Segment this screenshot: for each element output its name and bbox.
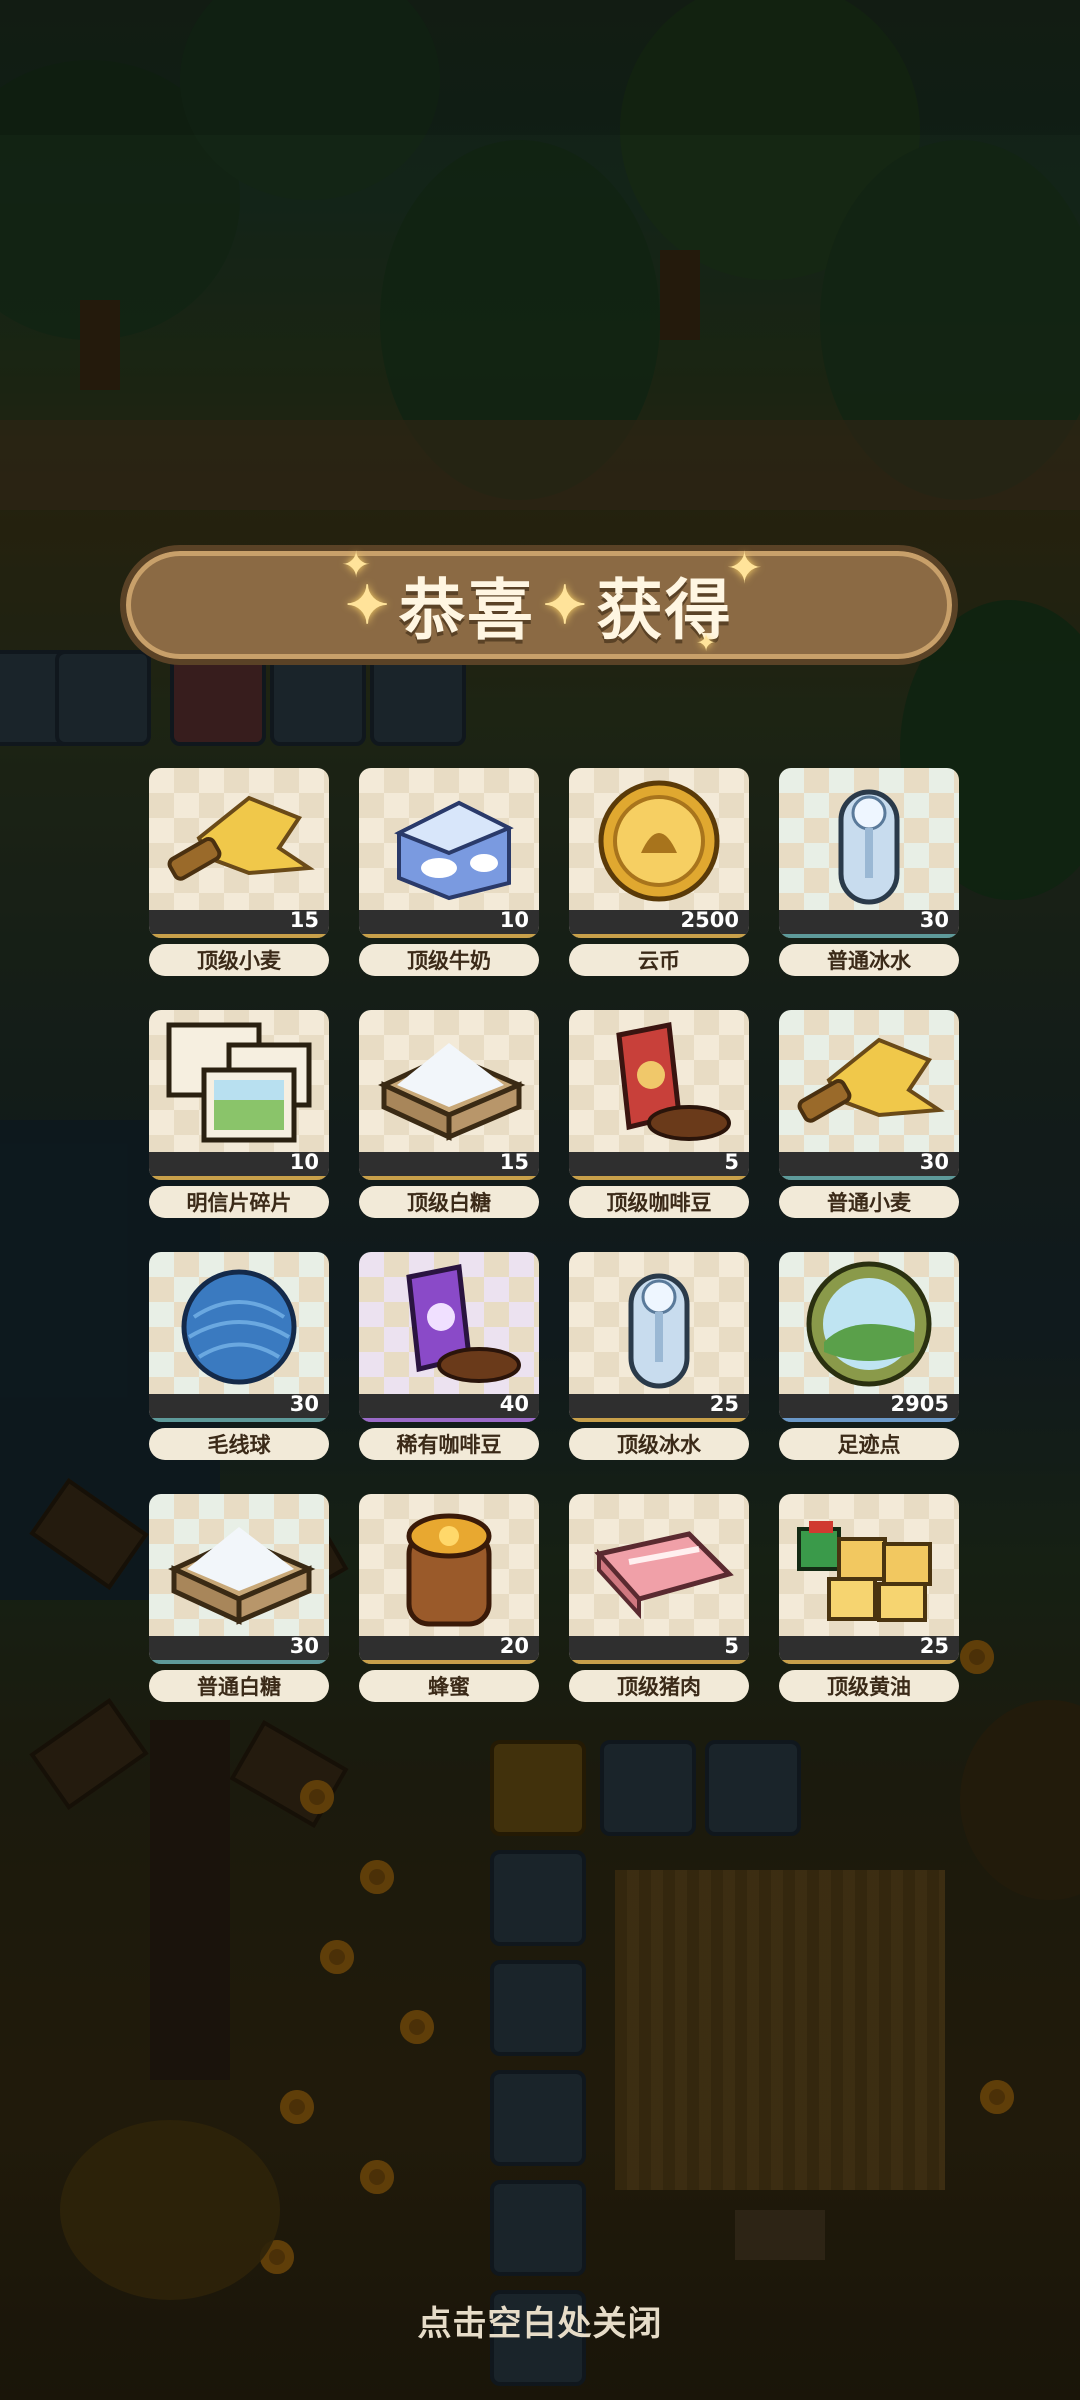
item-count: 25	[919, 1634, 949, 1658]
wheat-icon	[779, 1010, 959, 1150]
item-name: 稀有咖啡豆	[359, 1428, 539, 1460]
reward-item[interactable]: 30 毛线球	[149, 1252, 329, 1460]
item-name: 明信片碎片	[149, 1186, 329, 1218]
pork-icon	[569, 1494, 749, 1634]
wheat-icon	[149, 768, 329, 908]
item-name: 普通小麦	[779, 1186, 959, 1218]
milk-carton-icon	[359, 768, 539, 908]
banner-title-part1: 恭喜	[399, 571, 535, 649]
butter-icon	[779, 1494, 959, 1634]
reward-item[interactable]: 15 顶级小麦	[149, 768, 329, 976]
sparkle-icon: ✦	[726, 543, 763, 594]
sparkle-icon: ✦	[341, 545, 372, 586]
yarn-ball-icon	[149, 1252, 329, 1392]
coffee-bag-purple-icon	[359, 1252, 539, 1392]
reward-item[interactable]: 30 普通小麦	[779, 1010, 959, 1218]
item-name: 毛线球	[149, 1428, 329, 1460]
footprint-orb-icon	[779, 1252, 959, 1392]
postcard-icon	[149, 1010, 329, 1150]
reward-title-banner: ✦ ✦ ✦ ✦ 恭喜 ✦ 获得	[120, 543, 958, 665]
item-count: 40	[499, 1392, 529, 1416]
reward-item[interactable]: 30 普通白糖	[149, 1494, 329, 1702]
sparkle-icon: ✦	[696, 629, 717, 657]
item-name: 普通白糖	[149, 1670, 329, 1702]
item-count: 5	[724, 1150, 739, 1174]
item-name: 蜂蜜	[359, 1670, 539, 1702]
item-count: 30	[289, 1392, 319, 1416]
item-count: 30	[289, 1634, 319, 1658]
coin-icon	[569, 768, 749, 908]
top-bar-shade	[0, 0, 1080, 135]
item-count: 2905	[890, 1392, 949, 1416]
item-name: 顶级黄油	[779, 1670, 959, 1702]
reward-item[interactable]: 5 顶级咖啡豆	[569, 1010, 749, 1218]
ice-water-icon	[569, 1252, 749, 1392]
item-name: 足迹点	[779, 1428, 959, 1460]
item-count: 15	[289, 908, 319, 932]
sugar-icon	[359, 1010, 539, 1150]
item-name: 顶级咖啡豆	[569, 1186, 749, 1218]
item-name: 普通冰水	[779, 944, 959, 976]
item-count: 5	[724, 1634, 739, 1658]
item-name: 顶级冰水	[569, 1428, 749, 1460]
reward-item[interactable]: 25 顶级冰水	[569, 1252, 749, 1460]
item-count: 25	[709, 1392, 739, 1416]
reward-item[interactable]: 25 顶级黄油	[779, 1494, 959, 1702]
item-count: 10	[289, 1150, 319, 1174]
reward-item[interactable]: 10 顶级牛奶	[359, 768, 539, 976]
ice-water-icon	[779, 768, 959, 908]
item-name: 顶级小麦	[149, 944, 329, 976]
reward-item[interactable]: 30 普通冰水	[779, 768, 959, 976]
item-name: 云币	[569, 944, 749, 976]
item-count: 10	[499, 908, 529, 932]
honey-jar-icon	[359, 1494, 539, 1634]
coffee-bag-icon	[569, 1010, 749, 1150]
reward-item[interactable]: 20 蜂蜜	[359, 1494, 539, 1702]
item-name: 顶级猪肉	[569, 1670, 749, 1702]
item-count: 15	[499, 1150, 529, 1174]
item-count: 20	[499, 1634, 529, 1658]
reward-item[interactable]: 2905 足迹点	[779, 1252, 959, 1460]
reward-item[interactable]: 5 顶级猪肉	[569, 1494, 749, 1702]
item-name: 顶级牛奶	[359, 944, 539, 976]
item-count: 30	[919, 1150, 949, 1174]
sparkle-icon: ✦	[543, 574, 589, 636]
reward-item[interactable]: 15 顶级白糖	[359, 1010, 539, 1218]
sugar-icon	[149, 1494, 329, 1634]
reward-item[interactable]: 40 稀有咖啡豆	[359, 1252, 539, 1460]
item-count: 2500	[680, 908, 739, 932]
reward-item[interactable]: 10 明信片碎片	[149, 1010, 329, 1218]
reward-item[interactable]: 2500 云币	[569, 768, 749, 976]
close-hint[interactable]: 点击空白处关闭	[0, 2296, 1080, 2345]
item-name: 顶级白糖	[359, 1186, 539, 1218]
item-count: 30	[919, 908, 949, 932]
